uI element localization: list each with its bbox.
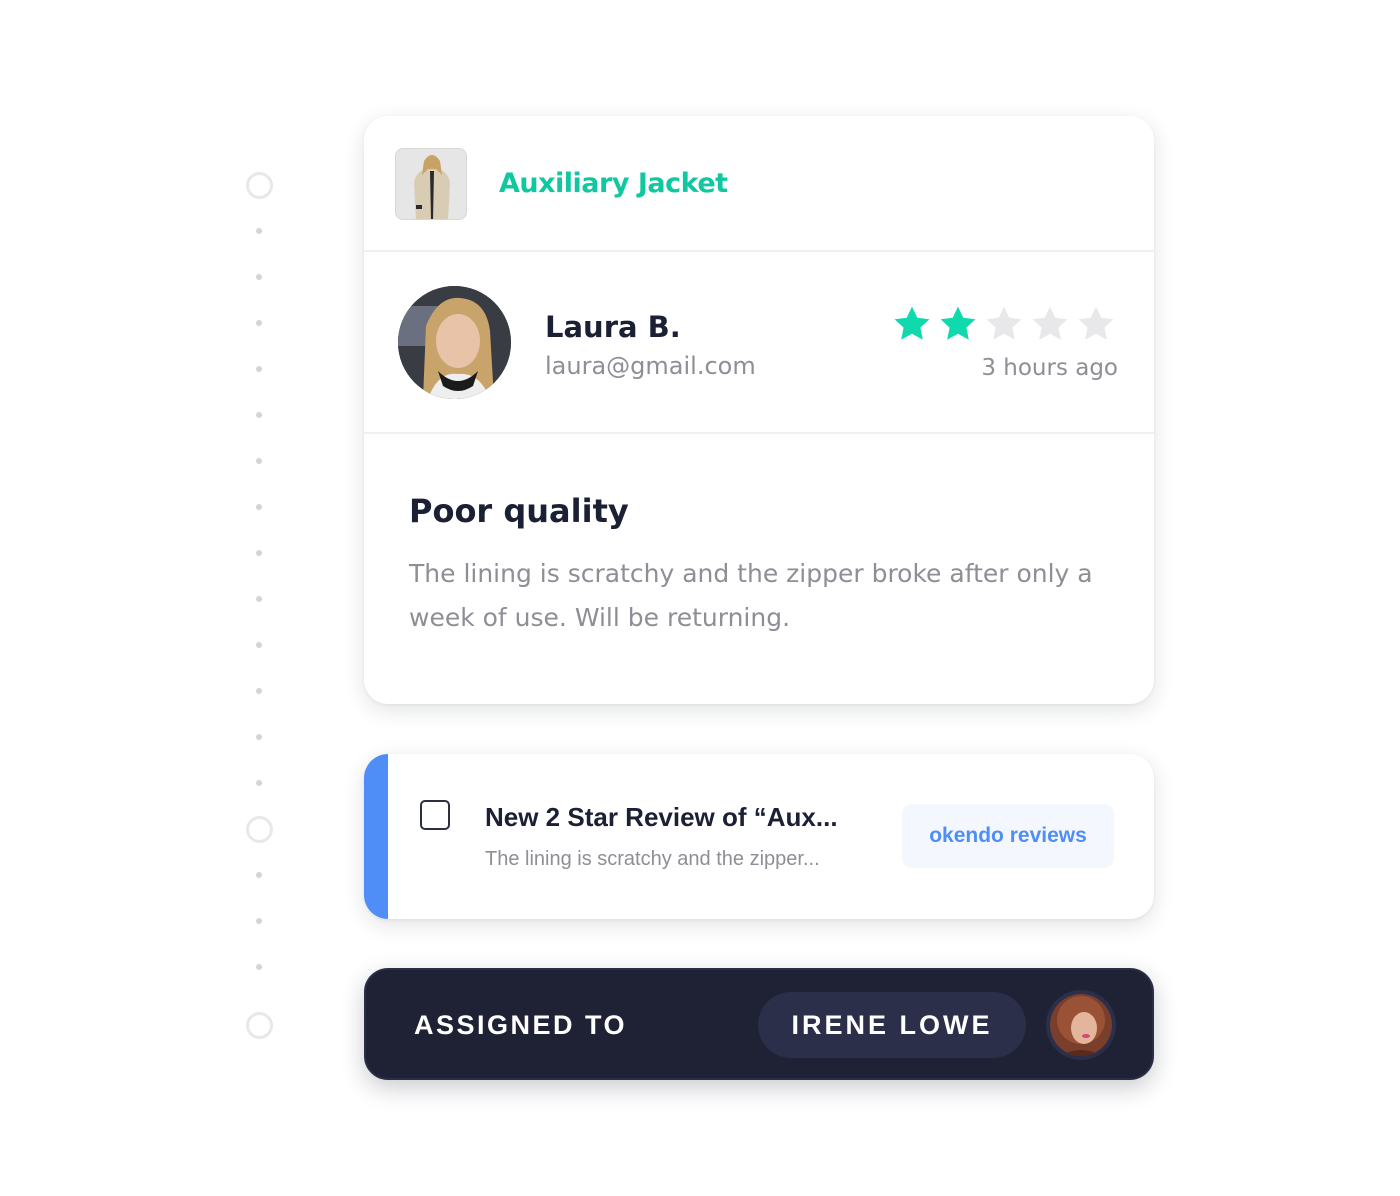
notification-checkbox[interactable] — [420, 800, 450, 830]
notification-title: New 2 Star Review of “Aux... — [485, 802, 838, 832]
timeline-dot — [256, 550, 262, 556]
timeline-dot — [256, 228, 262, 234]
timeline-node — [246, 1012, 273, 1039]
timeline-dot — [256, 366, 262, 372]
timeline-dot — [256, 320, 262, 326]
timeline-dot — [256, 458, 262, 464]
reviewer-name: Laura B. — [545, 310, 681, 344]
timeline-node — [246, 172, 273, 199]
notification-card[interactable]: New 2 Star Review of “Aux... The lining … — [364, 754, 1154, 919]
timeline-dot — [256, 872, 262, 878]
star-empty-icon — [986, 306, 1022, 340]
star-rating — [890, 302, 1118, 346]
reviewer-email[interactable]: laura@gmail.com — [545, 352, 756, 380]
timeline — [246, 0, 274, 1196]
timeline-node — [246, 816, 273, 843]
star-empty-icon — [1032, 306, 1068, 340]
reviewer-row: Laura B. laura@gmail.com 3 hours ago — [364, 252, 1154, 434]
timeline-dot — [256, 918, 262, 924]
timeline-dot — [256, 504, 262, 510]
timeline-dot — [256, 596, 262, 602]
timeline-dot — [256, 412, 262, 418]
product-name[interactable]: Auxiliary Jacket — [499, 168, 728, 199]
assignee-pill[interactable]: IRENE LOWE — [758, 992, 1026, 1058]
timeline-dot — [256, 274, 262, 280]
review-timestamp: 3 hours ago — [981, 355, 1118, 381]
star-empty-icon — [1078, 306, 1114, 340]
source-badge: okendo reviews — [902, 804, 1114, 868]
product-row[interactable]: Auxiliary Jacket — [364, 116, 1154, 252]
timeline-dot — [256, 964, 262, 970]
timeline-dot — [256, 780, 262, 786]
review-body: The lining is scratchy and the zipper br… — [409, 559, 1093, 632]
reviewer-avatar-icon — [398, 286, 511, 399]
timeline-dot — [256, 688, 262, 694]
notification-accent-bar — [364, 754, 388, 919]
timeline-dot — [256, 642, 262, 648]
review-card: Auxiliary Jacket Laura B. laura@gmail.co… — [364, 116, 1154, 704]
review-title: Poor quality — [409, 492, 629, 530]
assignee-photo-icon — [1050, 994, 1112, 1056]
star-filled-icon — [940, 306, 976, 340]
product-photo-icon — [395, 148, 467, 220]
notification-snippet: The lining is scratchy and the zipper... — [485, 848, 820, 870]
assignee-avatar[interactable] — [1046, 990, 1116, 1060]
star-filled-icon — [894, 306, 930, 340]
assigned-to-label: ASSIGNED TO — [414, 1010, 628, 1040]
timeline-dot — [256, 734, 262, 740]
assignment-bar: ASSIGNED TO IRENE LOWE — [364, 968, 1154, 1080]
